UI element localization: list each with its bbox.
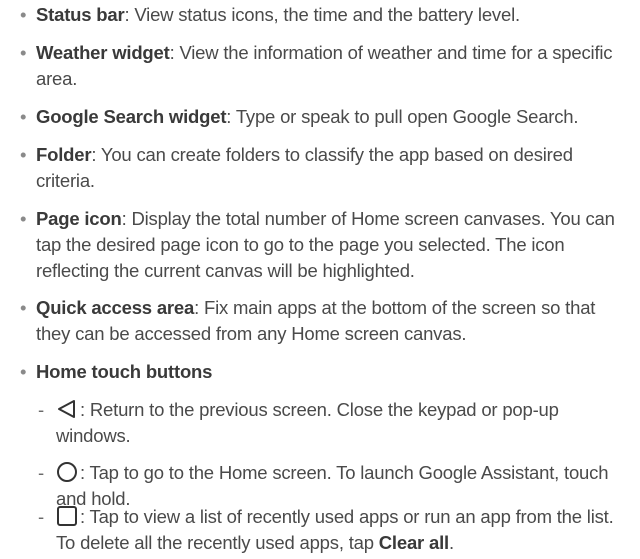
list-item-google-search-widget: • Google Search widget: Type or speak to… xyxy=(20,104,620,130)
bullet: • xyxy=(20,361,27,382)
list-item-folder: • Folder: You can create folders to clas… xyxy=(20,142,620,194)
item-description: : Display the total number of Home scree… xyxy=(36,208,615,281)
sub-item-back: - : Return to the previous screen. Close… xyxy=(38,397,628,449)
list-item-weather-widget: • Weather widget: View the information o… xyxy=(20,40,620,92)
bullet: • xyxy=(20,297,27,318)
item-description: : View status icons, the time and the ba… xyxy=(124,4,520,25)
sub-item-description: : Tap to go to the Home screen. To launc… xyxy=(56,462,609,509)
item-label: Status bar xyxy=(36,4,125,25)
home-icon xyxy=(56,461,78,483)
dash: - xyxy=(38,462,44,483)
sub-item-recents: - : Tap to view a list of recently used … xyxy=(38,504,628,556)
dash: - xyxy=(38,506,44,527)
item-label: Quick access area xyxy=(36,297,195,318)
item-description: : Type or speak to pull open Google Sear… xyxy=(226,106,579,127)
bullet: • xyxy=(20,106,27,127)
bullet: • xyxy=(20,208,27,229)
item-label: Folder xyxy=(36,144,92,165)
sub-item-description: : Tap to view a list of recently used ap… xyxy=(56,506,614,553)
sub-item-description: : Return to the previous screen. Close t… xyxy=(56,399,559,446)
item-label: Home touch buttons xyxy=(36,361,213,382)
item-label: Page icon xyxy=(36,208,122,229)
clear-all-label: Clear all xyxy=(378,532,449,553)
bullet: • xyxy=(20,144,27,165)
list-item-home-touch-buttons: • Home touch buttons xyxy=(20,359,620,385)
sub-item-period: . xyxy=(448,532,454,553)
list-item-status-bar: • Status bar: View status icons, the tim… xyxy=(20,2,620,28)
bullet: • xyxy=(20,42,27,63)
bullet: • xyxy=(20,4,27,25)
back-icon xyxy=(56,398,78,420)
list-item-page-icon: • Page icon: Display the total number of… xyxy=(20,206,620,284)
recents-icon xyxy=(56,505,78,527)
item-label: Weather widget xyxy=(36,42,170,63)
item-description: : You can create folders to classify the… xyxy=(36,144,573,191)
manual-page: • Status bar: View status icons, the tim… xyxy=(0,0,640,559)
item-label: Google Search widget xyxy=(36,106,227,127)
list-item-quick-access-area: • Quick access area: Fix main apps at th… xyxy=(20,295,620,347)
dash: - xyxy=(38,399,44,420)
